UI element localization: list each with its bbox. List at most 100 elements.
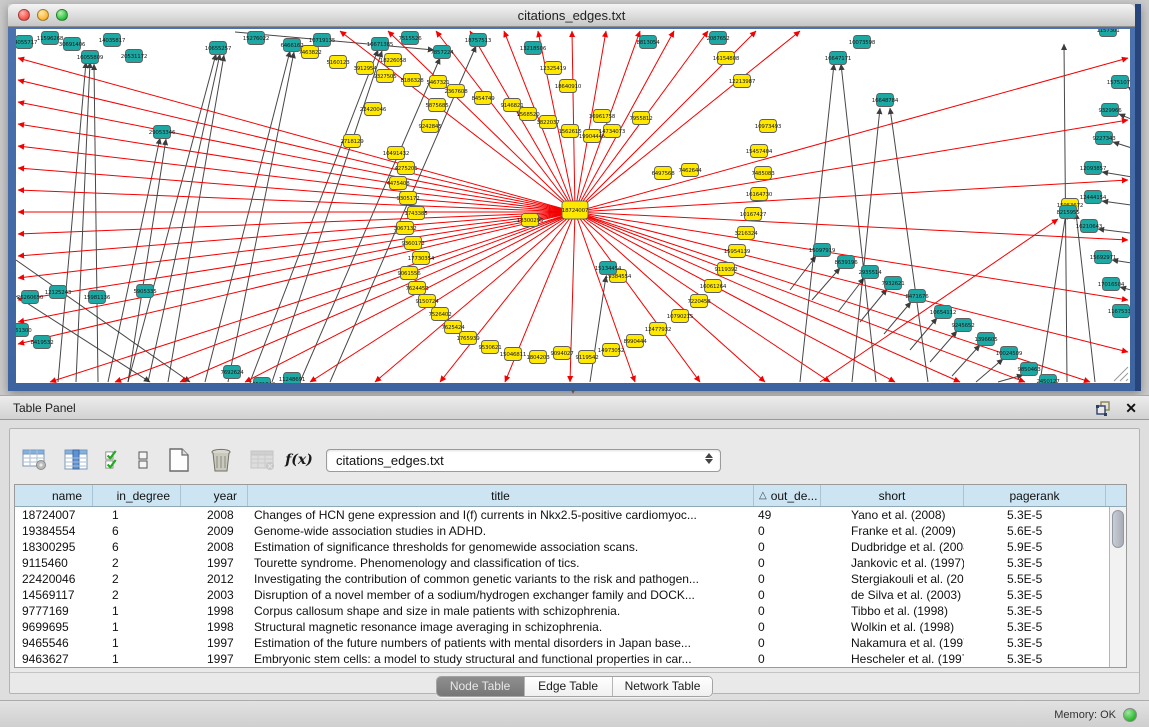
citation-edge-red[interactable] [18, 212, 575, 344]
citation-edge-red[interactable] [572, 31, 575, 212]
citation-edge-black[interactable] [1113, 142, 1130, 150]
graph-node[interactable]: 3822037 [536, 116, 560, 129]
graph-node[interactable]: 15097919 [809, 244, 836, 257]
graph-node[interactable]: 7857224 [430, 46, 454, 59]
table-vertical-scrollbar[interactable] [1109, 507, 1126, 667]
graph-node[interactable]: 5467321 [426, 76, 449, 89]
graph-node[interactable]: 7932621 [881, 277, 904, 290]
graph-node[interactable]: 1765939 [456, 332, 480, 345]
graph-node[interactable]: 9227343 [1092, 132, 1116, 145]
citation-edge-black[interactable] [1098, 229, 1130, 234]
tab-node-table[interactable]: Node Table [437, 677, 525, 696]
graph-node[interactable]: 16647171 [825, 52, 851, 65]
graph-node[interactable]: 16671385 [367, 38, 394, 51]
citation-edge-red[interactable] [575, 212, 1128, 240]
graph-node[interactable]: 3067132 [393, 222, 416, 235]
citation-edge-red[interactable] [18, 212, 575, 234]
delete-table-icon[interactable] [206, 445, 236, 475]
graph-node[interactable]: 1743385 [404, 207, 428, 220]
citation-edge-black[interactable] [890, 108, 928, 382]
graph-node[interactable]: 8639196 [834, 256, 858, 269]
tab-edge-table[interactable]: Edge Table [525, 677, 613, 696]
graph-node[interactable]: 8813054 [636, 36, 660, 49]
graph-node[interactable]: 10719135 [309, 34, 336, 47]
graph-node[interactable]: 14973052 [598, 344, 624, 357]
citation-edge-black[interactable] [205, 51, 290, 382]
column-header-out_degree[interactable]: △out_de... [754, 485, 821, 506]
table-row[interactable]: 946362711997Embryonic stem cells: a mode… [15, 651, 1109, 667]
table-row[interactable]: 1830029562008Estimation of significance … [15, 539, 1109, 555]
citation-edge-red[interactable] [575, 212, 960, 382]
citation-edge-red[interactable] [18, 212, 575, 322]
table-row[interactable]: 2242004622012Investigating the contribut… [15, 571, 1109, 587]
graph-node[interactable]: 15751074 [1107, 76, 1130, 89]
select-columns-checks-icon[interactable] [104, 445, 122, 475]
graph-node[interactable]: 6466162 [280, 39, 303, 52]
column-header-title[interactable]: title [248, 485, 754, 506]
graph-node[interactable]: 11248691 [279, 373, 305, 384]
graph-node[interactable]: 9327505 [373, 70, 397, 83]
graph-node[interactable]: 9850463 [1017, 363, 1041, 376]
graph-node[interactable]: 8215955 [1056, 206, 1080, 219]
citation-edge-black[interactable] [272, 51, 382, 382]
graph-node[interactable]: 7955812 [629, 112, 652, 125]
graph-node[interactable]: 5160123 [326, 56, 350, 69]
graph-node[interactable]: 8419532 [30, 336, 53, 349]
table-row[interactable]: 969969511998Structural magnetic resonanc… [15, 619, 1109, 635]
citation-edge-red[interactable] [18, 168, 575, 212]
table-settings-icon[interactable] [20, 445, 50, 475]
citation-edge-red[interactable] [820, 219, 1058, 382]
citation-edge-black[interactable] [1102, 201, 1130, 206]
graph-node[interactable]: 10655257 [205, 42, 232, 55]
table-row[interactable]: 946554611997Estimation of the future num… [15, 635, 1109, 651]
graph-node[interactable]: 7462644 [678, 164, 702, 177]
graph-node[interactable]: 9530621 [478, 341, 501, 354]
tab-network-table[interactable]: Network Table [613, 677, 713, 696]
network-table-select[interactable]: citations_edges.txt [326, 449, 721, 472]
graph-node[interactable]: 4275201 [394, 162, 417, 175]
citation-edge-black[interactable] [860, 289, 887, 322]
citation-edge-black[interactable] [168, 55, 224, 382]
column-header-year[interactable]: year [181, 485, 248, 506]
graph-node[interactable]: 7220458 [687, 295, 711, 308]
column-header-short[interactable]: short [821, 485, 964, 506]
citation-edge-red[interactable] [18, 146, 575, 212]
graph-node[interactable]: 9119542 [575, 351, 598, 364]
citation-edge-black[interactable] [76, 62, 90, 382]
graph-node[interactable]: 9061300 [16, 324, 32, 337]
graph-node[interactable]: 16055809 [77, 51, 104, 64]
citation-edge-red[interactable] [575, 58, 1128, 212]
graph-node[interactable]: 7485083 [751, 167, 775, 180]
graph-node[interactable]: 5905335 [133, 285, 157, 298]
float-panel-icon[interactable] [1095, 400, 1111, 416]
graph-node[interactable]: 12477932 [645, 323, 671, 336]
graph-node[interactable]: 20531172 [121, 50, 147, 63]
window-titlebar[interactable]: citations_edges.txt [8, 4, 1135, 27]
citation-edge-black[interactable] [148, 54, 220, 382]
scrollbar-thumb[interactable] [1112, 510, 1124, 548]
graph-node[interactable]: 8990444 [623, 335, 647, 348]
graph-node[interactable]: 18757513 [465, 34, 492, 47]
graph-node[interactable]: 17016504 [1098, 278, 1125, 291]
table-row[interactable]: 911546021997Tourette syndrome. Phenomeno… [15, 555, 1109, 571]
citation-edge-red[interactable] [18, 102, 575, 212]
graph-node[interactable]: 15046811 [500, 348, 526, 361]
table-row[interactable]: 1938455462009Genome-wide association stu… [15, 523, 1109, 539]
citation-edge-red[interactable] [18, 190, 575, 212]
graph-node[interactable]: 7692624 [220, 366, 244, 379]
function-builder-icon[interactable]: f(x) [290, 445, 308, 475]
graph-node[interactable]: 7515526 [398, 32, 422, 45]
citation-edge-red[interactable] [18, 212, 575, 300]
citation-edge-red[interactable] [18, 58, 575, 212]
graph-node[interactable]: 3912954 [353, 62, 377, 75]
graph-node[interactable]: 16210643 [1076, 220, 1103, 233]
graph-node[interactable]: 16648784 [872, 94, 899, 107]
citation-edge-black[interactable] [1102, 172, 1130, 178]
graph-node[interactable]: 1804203 [526, 351, 550, 364]
network-canvas[interactable]: 1872400774638225160123391295418226058932… [16, 29, 1130, 383]
graph-node[interactable]: 14035817 [99, 34, 126, 47]
graph-node[interactable]: 9242845 [418, 120, 442, 133]
graph-node[interactable]: 11675331 [1108, 305, 1130, 318]
graph-node[interactable]: 8186328 [400, 74, 424, 87]
graph-node[interactable]: 15457404 [746, 145, 773, 158]
